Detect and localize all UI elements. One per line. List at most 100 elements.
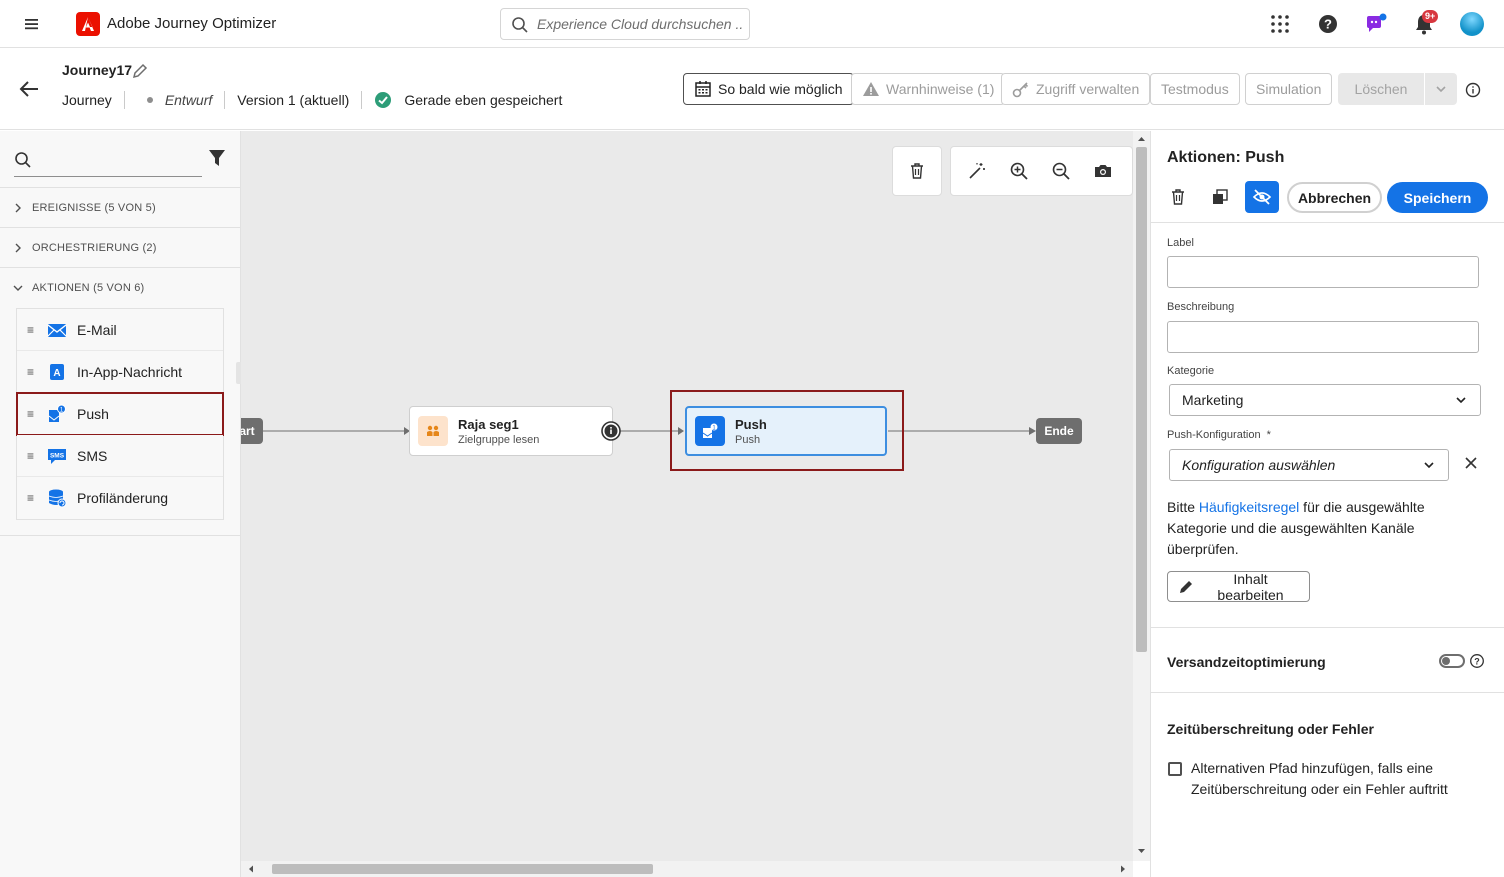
svg-text:A: A — [53, 368, 60, 379]
drag-handle-icon[interactable]: ≡ — [27, 365, 37, 379]
push-config-field-label: Push-Konfiguration * — [1167, 429, 1271, 441]
menu-icon[interactable] — [22, 14, 42, 34]
journey-canvas[interactable]: art Raja seg1 Zielgruppe lesen 1 Push Pu… — [241, 131, 1133, 861]
drag-handle-icon[interactable]: ≡ — [27, 407, 37, 421]
section-events[interactable]: EREIGNISSE (5 VON 5) — [0, 187, 240, 227]
scrollbar-thumb[interactable] — [272, 864, 653, 874]
section-events-label: EREIGNISSE (5 VON 5) — [32, 201, 156, 214]
warnings-button[interactable]: Warnhinweise (1) — [851, 73, 1006, 105]
list-item-sms[interactable]: ≡ SMS SMS — [17, 435, 223, 477]
list-item-push[interactable]: ≡ 1 Push — [16, 392, 224, 436]
activity-palette: EREIGNISSE (5 VON 5) ORCHESTRIERUNG (2) … — [0, 131, 241, 877]
cancel-button[interactable]: Abbrechen — [1287, 182, 1382, 213]
list-item-profile-update[interactable]: ≡ Profiländerung — [17, 477, 223, 519]
audience-node[interactable]: Raja seg1 Zielgruppe lesen — [409, 406, 613, 456]
info-icon[interactable] — [1465, 82, 1481, 98]
push-config-select[interactable]: Konfiguration auswählen — [1169, 449, 1449, 481]
apps-grid-icon[interactable] — [1268, 12, 1292, 36]
start-node[interactable]: art — [241, 418, 263, 444]
help-icon[interactable]: ? — [1316, 12, 1340, 36]
back-arrow-icon[interactable] — [18, 79, 40, 99]
svg-text:?: ? — [1324, 17, 1332, 32]
delete-button[interactable]: Löschen — [1338, 73, 1424, 105]
canvas-vertical-scrollbar[interactable] — [1133, 131, 1150, 861]
edit-content-button[interactable]: Inhalt bearbeiten — [1167, 571, 1310, 603]
push-node-subtitle: Push — [735, 433, 761, 446]
help-icon[interactable]: ? — [1469, 653, 1485, 669]
zoom-out-icon[interactable] — [1040, 150, 1082, 192]
category-select[interactable]: Marketing — [1169, 384, 1481, 416]
scrollbar-thumb[interactable] — [1136, 147, 1147, 652]
list-item-in-app[interactable]: ≡ A In-App-Nachricht — [17, 351, 223, 393]
push-node[interactable]: 1 Push Push — [685, 406, 887, 456]
section-actions[interactable]: AKTIONEN (5 VON 6) — [0, 267, 240, 307]
alternative-path-checkbox[interactable] — [1168, 762, 1182, 776]
manage-access-label: Zugriff verwalten — [1036, 81, 1140, 97]
trash-icon[interactable] — [896, 150, 938, 192]
save-button[interactable]: Speichern — [1387, 182, 1488, 213]
save-status: Gerade eben gespeichert — [404, 92, 563, 108]
actions-list: ≡ E-Mail ≡ A In-App-Nachricht ≡ 1 Push ≡… — [16, 308, 224, 520]
start-node-label: art — [241, 424, 255, 438]
delete-dropdown-button[interactable] — [1425, 73, 1457, 105]
list-item-label: SMS — [77, 447, 108, 464]
node-info-icon[interactable] — [601, 421, 621, 441]
drag-handle-icon[interactable]: ≡ — [27, 491, 37, 505]
scroll-right-icon[interactable] — [1117, 861, 1129, 877]
magic-wand-icon[interactable] — [956, 150, 998, 192]
trash-icon[interactable] — [1161, 181, 1195, 213]
schedule-button[interactable]: So bald wie möglich — [683, 73, 854, 105]
chevron-right-icon — [12, 242, 24, 254]
description-input[interactable] — [1167, 321, 1479, 353]
filter-icon[interactable] — [208, 149, 226, 167]
adobe-logo-icon[interactable] — [76, 12, 100, 36]
end-node[interactable]: Ende — [1036, 418, 1082, 444]
chevron-right-icon — [12, 202, 24, 214]
palette-search-input[interactable] — [42, 149, 197, 171]
push-config-value: Konfiguration auswählen — [1182, 457, 1336, 473]
audience-node-title: Raja seg1 — [458, 416, 519, 432]
warnings-label: Warnhinweise (1) — [886, 81, 995, 97]
frequency-rule-link[interactable]: Häufigkeitsregel — [1199, 499, 1299, 515]
status-dot — [146, 97, 153, 103]
profile-update-icon — [47, 488, 67, 508]
test-mode-button[interactable]: Testmodus — [1150, 73, 1240, 105]
palette-search[interactable] — [14, 145, 202, 177]
scroll-up-icon[interactable] — [1133, 133, 1150, 145]
global-search[interactable] — [500, 8, 750, 40]
test-mode-label: Testmodus — [1161, 81, 1229, 97]
chevron-down-icon — [1422, 458, 1436, 472]
section-orchestration[interactable]: ORCHESTRIERUNG (2) — [0, 227, 240, 267]
chevron-down-icon — [12, 282, 24, 294]
chevron-down-icon — [1434, 82, 1448, 96]
divider — [123, 91, 125, 109]
edit-name-pencil-icon[interactable] — [131, 62, 149, 80]
version-label[interactable]: Version 1 (aktuell) — [237, 92, 349, 108]
alternative-path-label[interactable]: Alternativen Pfad hinzufügen, falls eine… — [1191, 758, 1481, 800]
label-input[interactable] — [1167, 256, 1479, 288]
divider — [1151, 222, 1504, 223]
zoom-in-icon[interactable] — [998, 150, 1040, 192]
canvas-horizontal-scrollbar[interactable] — [241, 861, 1133, 877]
list-item-email[interactable]: ≡ E-Mail — [17, 309, 223, 351]
sms-icon: SMS — [47, 446, 67, 466]
avatar[interactable] — [1460, 12, 1484, 36]
drag-handle-icon[interactable]: ≡ — [27, 323, 37, 337]
camera-icon[interactable] — [1082, 150, 1124, 192]
drag-handle-icon[interactable]: ≡ — [27, 449, 37, 463]
divider — [224, 91, 226, 109]
app-title[interactable]: Adobe Journey Optimizer — [107, 15, 276, 32]
list-item-label: E-Mail — [77, 321, 117, 338]
clear-icon[interactable] — [1464, 456, 1478, 470]
delete-label: Löschen — [1354, 81, 1408, 97]
search-input[interactable] — [537, 13, 742, 35]
send-time-optimization-toggle[interactable] — [1439, 654, 1465, 668]
hide-preview-icon[interactable] — [1245, 181, 1279, 213]
manage-access-button[interactable]: Zugriff verwalten — [1001, 73, 1151, 105]
scroll-left-icon[interactable] — [245, 861, 257, 877]
chat-icon[interactable] — [1364, 12, 1388, 36]
timeout-heading: Zeitüberschreitung oder Fehler — [1167, 721, 1374, 737]
scroll-down-icon[interactable] — [1133, 845, 1150, 857]
simulation-button[interactable]: Simulation — [1245, 73, 1333, 105]
duplicate-icon[interactable] — [1203, 181, 1237, 213]
